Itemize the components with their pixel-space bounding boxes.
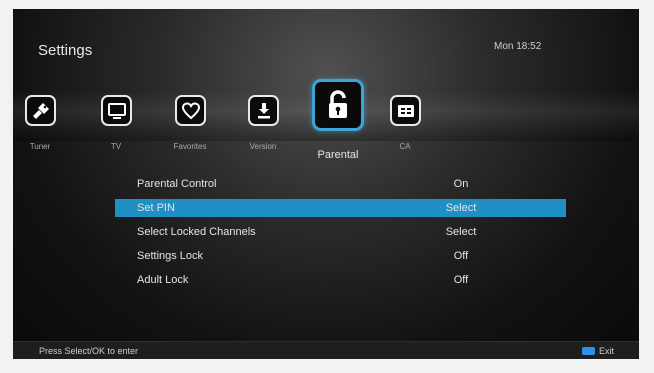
card-icon <box>396 101 416 121</box>
menu-item-parental-control[interactable]: Parental Control On <box>115 175 566 193</box>
menu-item-settings-lock[interactable]: Settings Lock Off <box>115 247 566 265</box>
blue-key-icon <box>582 347 595 355</box>
menu-item-value: Off <box>453 274 469 286</box>
tab-label-version: Version <box>249 142 277 151</box>
heart-icon <box>181 101 201 121</box>
exit-button[interactable]: Exit <box>599 346 614 356</box>
download-icon <box>254 101 274 121</box>
menu-item-adult-lock[interactable]: Adult Lock Off <box>115 271 566 289</box>
footer-bar: Press Select/OK to enter Exit <box>13 341 639 359</box>
menu-item-label: Settings Lock <box>137 250 204 262</box>
tab-label-ca: CA <box>399 142 411 151</box>
menu-item-select-locked-channels[interactable]: Select Locked Channels Select <box>115 223 566 241</box>
menu-item-value: On <box>453 178 469 190</box>
tv-icon <box>107 101 127 121</box>
tuner-icon <box>31 101 51 121</box>
menu-item-value: Select <box>445 226 477 238</box>
tab-favorites[interactable] <box>175 95 206 126</box>
help-hint: Press Select/OK to enter <box>39 346 139 356</box>
clock: Mon 18:52 <box>494 41 542 52</box>
menu-item-label: Set PIN <box>137 202 175 214</box>
tab-version[interactable] <box>248 95 279 126</box>
menu-item-set-pin[interactable]: Set PIN Select <box>115 199 566 217</box>
tab-ca[interactable] <box>390 95 421 126</box>
tab-label-tv: TV <box>110 142 122 151</box>
menu-item-value: Off <box>453 250 469 262</box>
menu-item-label: Select Locked Channels <box>137 226 256 238</box>
tab-tv[interactable] <box>101 95 132 126</box>
tab-parental[interactable] <box>312 79 364 131</box>
tv-screen: Settings Mon 18:52 Tuner TV Favorites Ve… <box>13 9 639 359</box>
tab-tuner[interactable] <box>25 95 56 126</box>
tab-label-parental: Parental <box>317 149 359 161</box>
menu-item-label: Parental Control <box>137 178 217 190</box>
page-title: Settings <box>38 42 93 59</box>
lock-icon <box>325 90 351 120</box>
menu-item-value: Select <box>445 202 477 214</box>
menu-item-label: Adult Lock <box>137 274 189 286</box>
tab-label-favorites: Favorites <box>173 142 207 151</box>
tab-label-tuner: Tuner <box>29 142 51 151</box>
